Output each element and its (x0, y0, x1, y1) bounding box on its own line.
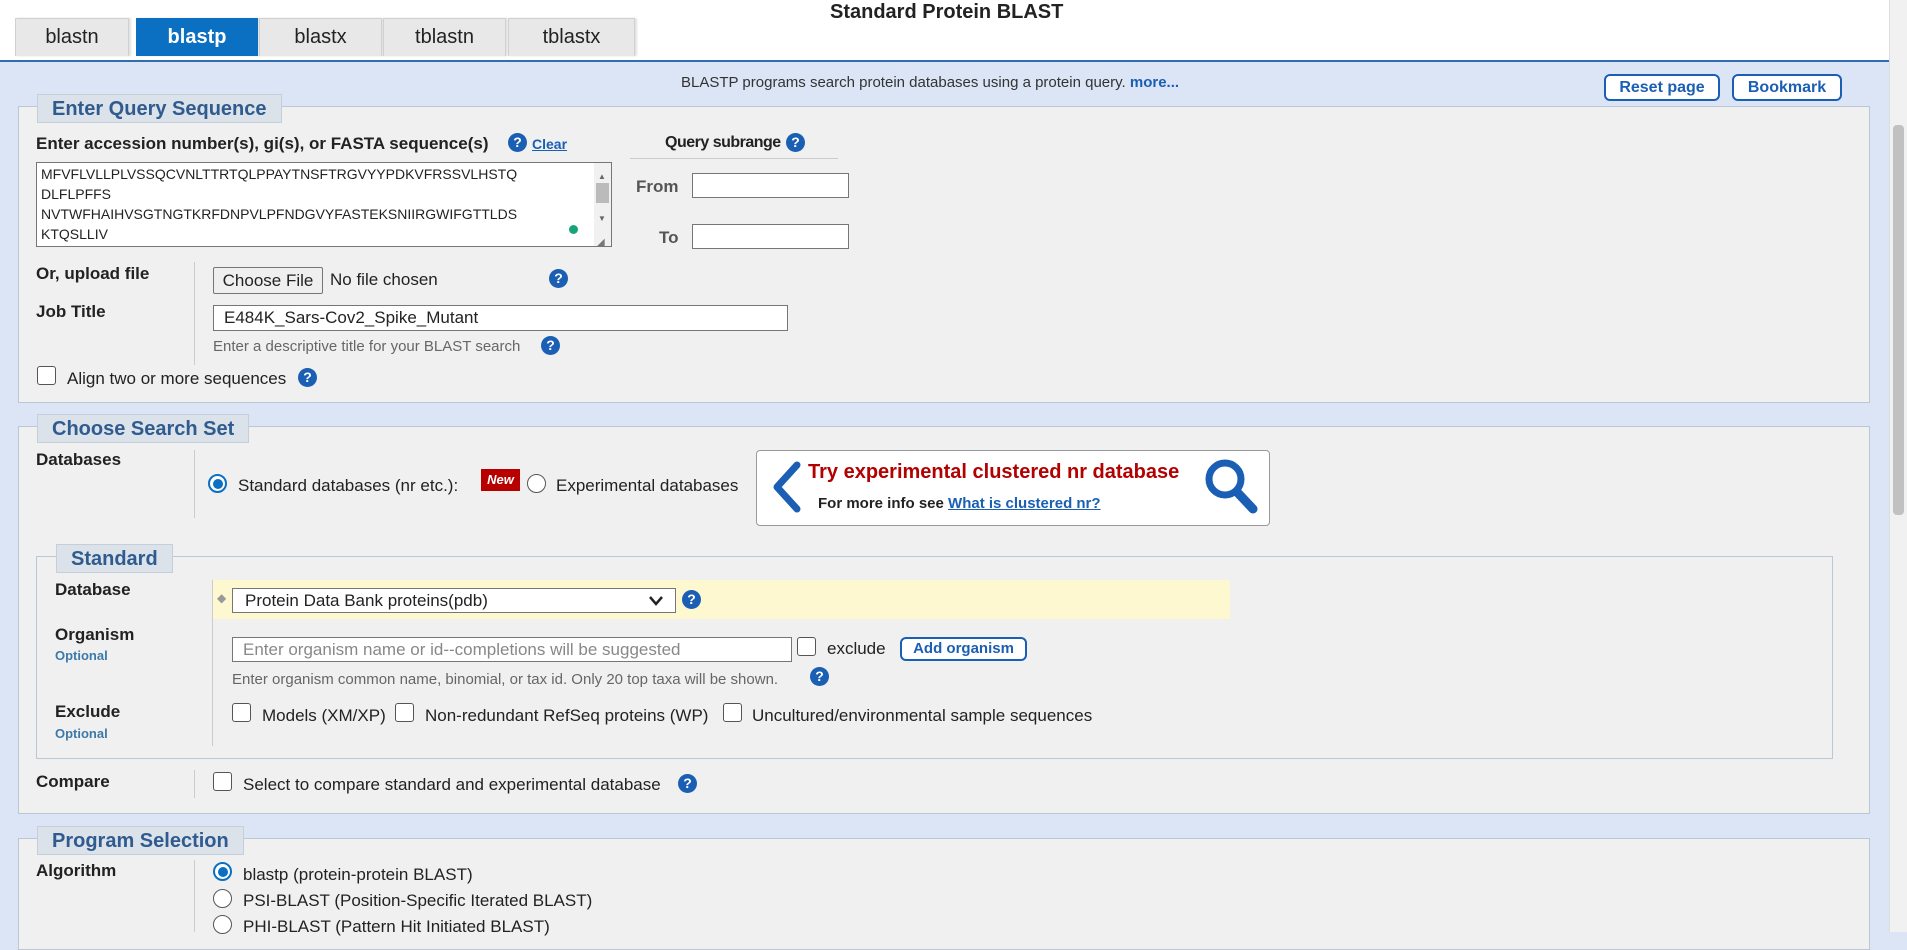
divider (194, 860, 195, 932)
clustered-nr-link[interactable]: What is clustered nr? (948, 495, 1101, 512)
top-bar: blastn blastp blastx tblastn tblastx Sta… (0, 0, 1890, 62)
bookmark-button[interactable]: Bookmark (1732, 74, 1842, 101)
tab-blastn[interactable]: blastn (15, 18, 129, 56)
experimental-databases-label: Experimental databases (556, 476, 739, 495)
promo-text: For more info see What is clustered nr? (818, 495, 1101, 512)
clear-link[interactable]: Clear (532, 136, 567, 152)
help-icon[interactable]: ? (508, 133, 527, 152)
help-icon[interactable]: ? (541, 336, 560, 355)
scroll-down-icon[interactable]: ▼ (598, 209, 606, 229)
upload-label: Or, upload file (36, 264, 150, 283)
help-icon[interactable]: ? (298, 368, 317, 387)
exclude-optional: Optional (55, 726, 108, 741)
more-link[interactable]: more... (1130, 74, 1179, 91)
algorithm-option: PHI-BLAST (Pattern Hit Initiated BLAST) (243, 917, 550, 936)
compare-text: Select to compare standard and experimen… (243, 775, 661, 794)
compare-label: Compare (36, 772, 110, 791)
divider (194, 450, 195, 518)
clustered-nr-promo[interactable]: Try experimental clustered nr database F… (756, 450, 1270, 526)
query-sequence-textarea[interactable]: MFVFLVLLPLVSSQCVNLTTRTQLPPAYTNSFTRGVYYPD… (36, 162, 612, 247)
page-title: Standard Protein BLAST (830, 1, 1064, 23)
help-icon[interactable]: ? (786, 133, 805, 152)
standard-databases-label: Standard databases (nr etc.): (238, 476, 459, 495)
chevron-left-icon (773, 461, 801, 513)
textarea-scroll-thumb[interactable] (596, 183, 609, 203)
help-icon[interactable]: ? (549, 269, 568, 288)
search-set-legend: Choose Search Set (37, 414, 250, 443)
diamond-icon: ◆ (217, 591, 227, 605)
help-icon[interactable]: ? (678, 774, 697, 793)
divider (630, 158, 838, 159)
job-title-input[interactable]: E484K_Sars-Cov2_Spike_Mutant (213, 305, 788, 331)
compare-checkbox[interactable] (213, 772, 232, 791)
tab-tblastx[interactable]: tblastx (508, 18, 635, 56)
sequence-line: DLFLPFFS (41, 186, 112, 202)
algorithm-label: Algorithm (36, 861, 117, 880)
subrange-title: Query subrange (665, 134, 781, 151)
from-label: From (636, 177, 679, 196)
page-scrollbar[interactable] (1889, 0, 1907, 932)
exclude-option: Uncultured/environmental sample sequence… (752, 706, 1093, 725)
resize-handle-icon[interactable]: ◢ (597, 233, 605, 246)
job-title-hint: Enter a descriptive title for your BLAST… (213, 338, 521, 355)
grammar-dot-icon (569, 225, 578, 234)
exclude-organism-label: exclude (827, 639, 886, 658)
sequence-line: MFVFLVLLPLVSSQCVNLTTRTQLPPAYTNSFTRGVYYPD… (41, 166, 518, 182)
chevron-down-icon (649, 596, 663, 606)
standard-databases-radio[interactable] (208, 474, 227, 493)
promo-text-label: For more info see (818, 495, 944, 512)
new-badge: New (481, 469, 520, 491)
algorithm-phiblast-radio[interactable] (213, 915, 232, 934)
query-legend: Enter Query Sequence (37, 94, 282, 123)
tab-tblastn[interactable]: tblastn (383, 18, 506, 56)
exclude-uncultured-checkbox[interactable] (723, 703, 742, 722)
query-label: Enter accession number(s), gi(s), or FAS… (36, 134, 489, 153)
divider (194, 262, 195, 365)
promo-title: Try experimental clustered nr database (808, 461, 1180, 483)
exclude-refseq-checkbox[interactable] (395, 703, 414, 722)
database-label: Database (55, 580, 131, 599)
exclude-option: Models (XM/XP) (262, 706, 386, 725)
algorithm-blastp-radio[interactable] (213, 862, 232, 881)
add-organism-button[interactable]: Add organism (900, 637, 1027, 661)
to-label: To (659, 228, 679, 247)
tab-blastx[interactable]: blastx (259, 18, 382, 56)
intro-text: BLASTP programs search protein databases… (681, 74, 1179, 91)
exclude-models-checkbox[interactable] (232, 703, 251, 722)
search-icon (1205, 459, 1258, 514)
algorithm-psiblast-radio[interactable] (213, 889, 232, 908)
intro-description: BLASTP programs search protein databases… (681, 74, 1126, 91)
align-sequences-checkbox[interactable] (37, 366, 56, 385)
tab-blastp[interactable]: blastp (136, 18, 258, 56)
organism-optional: Optional (55, 648, 108, 663)
sequence-line: KTQSLLIV (41, 226, 108, 242)
divider (194, 770, 195, 798)
algorithm-option: blastp (protein-protein BLAST) (243, 865, 473, 884)
standard-legend: Standard (56, 544, 173, 573)
align-sequences-label: Align two or more sequences (67, 369, 287, 388)
database-select-value: Protein Data Bank proteins(pdb) (245, 591, 488, 610)
help-icon[interactable]: ? (810, 667, 829, 686)
organism-label: Organism (55, 625, 135, 644)
exclude-organism-checkbox[interactable] (797, 637, 816, 656)
page-scroll-thumb[interactable] (1893, 125, 1904, 515)
program-legend: Program Selection (37, 826, 244, 855)
experimental-databases-radio[interactable] (527, 474, 546, 493)
from-input[interactable] (692, 173, 849, 198)
to-input[interactable] (692, 224, 849, 249)
sequence-line: NVTWFHAIHVSGTNGTKRFDNPVLPFNDGVYFASTEKSNI… (41, 206, 518, 222)
reset-page-button[interactable]: Reset page (1604, 74, 1720, 101)
organism-hint: Enter organism common name, binomial, or… (232, 671, 779, 688)
exclude-label: Exclude (55, 702, 121, 721)
algorithm-option: PSI-BLAST (Position-Specific Iterated BL… (243, 891, 593, 910)
organism-input[interactable]: Enter organism name or id--completions w… (232, 637, 792, 662)
no-file-text: No file chosen (330, 270, 438, 289)
help-icon[interactable]: ? (682, 590, 701, 609)
job-title-label: Job Title (36, 302, 106, 321)
choose-file-button[interactable]: Choose File (213, 267, 323, 294)
exclude-option: Non-redundant RefSeq proteins (WP) (425, 706, 709, 725)
database-select[interactable]: Protein Data Bank proteins(pdb) (232, 588, 676, 613)
databases-label: Databases (36, 450, 122, 469)
